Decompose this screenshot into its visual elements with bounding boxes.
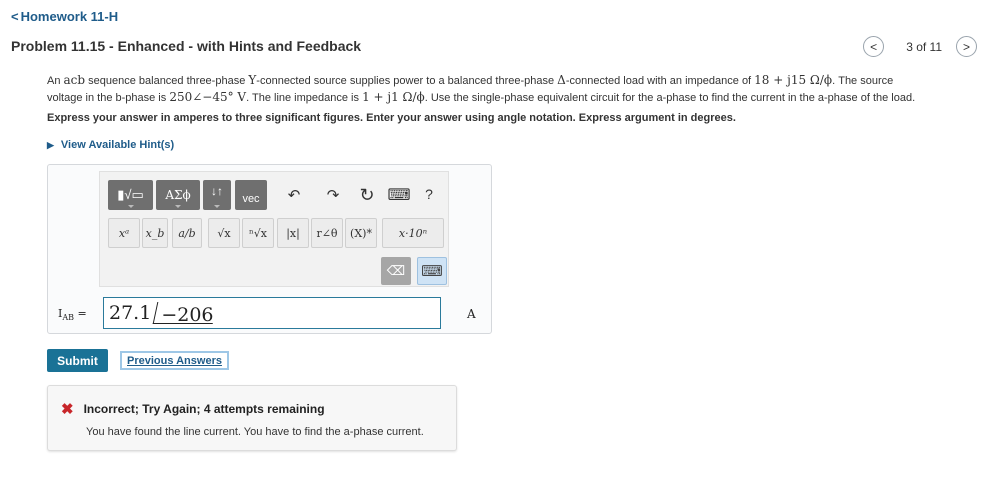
vec-label: vec [242,193,260,205]
key-subscript[interactable]: x_b [142,218,168,248]
templates-button[interactable]: ▮√▭ [108,180,153,210]
arrows-button[interactable]: ↓↑ [203,180,231,210]
page-title: Problem 11.15 - Enhanced - with Hints an… [11,38,362,54]
backspace-icon: ⌫ [386,263,406,278]
problem-statement: An acb sequence balanced three-phase Y-c… [47,72,967,106]
key-abs[interactable]: |x| [277,218,309,248]
key-sci-notation[interactable]: x·10ⁿ [382,218,444,248]
keyboard-icon[interactable]: ⌨ [387,184,410,206]
vec-button[interactable]: vec [235,180,267,210]
math: 250∠−45° V [169,90,247,104]
text: . The source [832,75,894,87]
next-problem-button[interactable]: > [956,36,977,57]
label-sub: AB [62,313,75,323]
feedback-header: ✖ Incorrect; Try Again; 4 attempts remai… [61,400,325,418]
chevron-left-icon: < [11,9,19,24]
chevron-left-icon: < [870,39,878,54]
math: 1 + j1 Ω/ϕ [362,90,425,104]
keyboard-toggle-button[interactable]: ⌨ [417,257,447,285]
answer-magnitude: 27.1 [109,302,152,324]
templates-icon: ▮√▭ [117,187,144,202]
breadcrumb-label: Homework 11-H [20,9,119,24]
submit-button[interactable]: Submit [47,349,108,372]
text: -connected source supplies power to a ba… [256,75,558,87]
answer-label: IAB = [58,307,87,322]
text: -connected load with an impedance of [565,75,755,87]
math: acb [63,73,86,87]
triangle-right-icon: ▶ [47,139,54,150]
math: Δ [557,73,566,87]
key-nth-root[interactable]: ⁿ√x [242,218,274,248]
prev-problem-button[interactable]: < [863,36,885,57]
text: An [47,75,64,87]
arrows-icon: ↓↑ [211,184,223,198]
answer-input[interactable]: 27.1 −206 [103,297,441,329]
key-fraction[interactable]: a/b [172,218,202,248]
text: voltage in the b-phase is [47,92,170,104]
greek-icon: ΑΣϕ [165,188,191,202]
hint-label: View Available Hint(s) [60,139,175,151]
key-sqrt[interactable]: √x [208,218,240,248]
feedback-message: You have found the line current. You hav… [86,426,424,438]
previous-answers-button[interactable]: Previous Answers [120,351,229,370]
angle-bracket: −206 [152,300,218,326]
text: sequence balanced three-phase [85,75,249,87]
redo-icon[interactable]: ↷ [322,184,344,206]
key-conjugate[interactable]: (X)* [345,218,377,248]
feedback-panel: ✖ Incorrect; Try Again; 4 attempts remai… [47,385,457,451]
incorrect-icon: ✖ [61,401,74,418]
keyboard-icon: ⌨ [421,263,443,280]
text: . The line impedance is [246,92,363,104]
reset-icon[interactable]: ↻ [356,184,378,206]
answer-angle: −206 [161,304,214,326]
feedback-title: Incorrect; Try Again; 4 attempts remaini… [83,402,325,416]
label-eq: = [74,307,87,320]
breadcrumb-homework[interactable]: < Homework 11-H [11,9,118,24]
view-hints-link[interactable]: ▶ View Available Hint(s) [47,139,174,151]
undo-icon[interactable]: ↶ [283,184,305,206]
answer-box: ▮√▭ ΑΣϕ ↓↑ vec ↶ ↷ ↻ ⌨ ? xᵃ x_b a/b √x ⁿ… [47,164,492,334]
greek-button[interactable]: ΑΣϕ [156,180,200,210]
math: 18 + j15 Ω/ϕ [754,73,833,87]
text: . Use the single-phase equivalent circui… [424,92,916,104]
answer-unit: A [467,307,476,321]
problem-line-1: An acb sequence balanced three-phase Y-c… [47,72,967,89]
key-superscript[interactable]: xᵃ [108,218,140,248]
chevron-right-icon: > [962,39,970,54]
pager: < 3 of 11 > [863,36,977,57]
instructions: Express your answer in amperes to three … [47,112,736,124]
delete-button[interactable]: ⌫ [381,257,411,285]
problem-line-2: voltage in the b-phase is 250∠−45° V. Th… [47,89,967,106]
help-icon[interactable]: ? [418,183,440,205]
key-polar-angle[interactable]: r∠θ [311,218,343,248]
problem-count: 3 of 11 [906,39,942,54]
math-palette: ▮√▭ ΑΣϕ ↓↑ vec ↶ ↷ ↻ ⌨ ? xᵃ x_b a/b √x ⁿ… [99,171,449,287]
